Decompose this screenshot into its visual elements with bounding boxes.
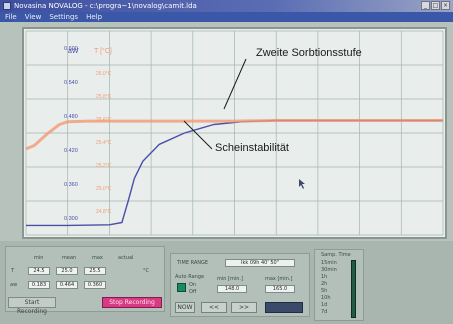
start-recording-button[interactable]: Start Recording (8, 297, 56, 315)
auto-range-off-label: Off (189, 289, 197, 295)
max-range-field[interactable]: 165.0 (265, 285, 295, 293)
auto-range-on-label: On (189, 282, 197, 288)
row-temperature-label: T (11, 268, 15, 274)
y-right-tick-label: 25.4°C (96, 140, 112, 146)
auto-range-toggle[interactable] (177, 283, 186, 292)
aw-max-field: 0.360 (84, 281, 106, 289)
sample-time-option[interactable]: 7d (321, 309, 327, 315)
time-range-label: TIME RANGE (177, 260, 209, 266)
min-range-field[interactable]: 148.0 (217, 285, 247, 293)
menu-file[interactable]: File (5, 12, 17, 22)
y-right-tick-label: 25.2°C (96, 163, 112, 169)
y-left-tick-label: 0.360 (64, 182, 78, 188)
status-display (265, 302, 303, 313)
auto-range-label: Auto Range (175, 274, 205, 280)
minimize-button[interactable]: _ (421, 1, 430, 10)
sample-time-group: Samp. Time 15min 30min 1h 2h 5h 10h 1d 7d (314, 249, 364, 321)
aw-mean-field: 0.464 (56, 281, 78, 289)
now-button[interactable]: NOW (175, 302, 195, 313)
sample-time-label: Samp. Time (321, 252, 351, 258)
statistics-group: min mean max actual T 24.5 25.0 25.5 °C … (5, 246, 165, 315)
temp-max-field: 25.5 (84, 267, 106, 275)
sample-time-option[interactable]: 2h (321, 281, 327, 287)
sample-time-option[interactable]: 1h (321, 274, 327, 280)
menu-view[interactable]: View (25, 12, 42, 22)
max-range-label: max [min.] (265, 276, 293, 282)
y-left-tick-label: 0.600 (64, 46, 78, 52)
scroll-back-button[interactable]: << (201, 302, 227, 313)
maximize-button[interactable]: □ (431, 1, 440, 10)
mouse-cursor-icon (299, 179, 305, 189)
measurement-chart: aW T [°C]0.6000.5400.4800.4200.3600.30026… (25, 30, 444, 236)
title-bar: Novasina NOVALOG - c:\progra~1\novalog\c… (0, 0, 453, 12)
menu-bar: File View Settings Help (0, 12, 453, 22)
sample-time-option[interactable]: 10h (321, 295, 331, 301)
temp-min-field: 24.5 (28, 267, 50, 275)
scroll-forward-button[interactable]: >> (231, 302, 257, 313)
y-right-tick-label: 25.8°C (96, 94, 112, 100)
menu-settings[interactable]: Settings (49, 12, 78, 22)
sample-time-option[interactable]: 30min (321, 267, 337, 273)
time-range-field: Ikk 09h 40' 50" (225, 259, 295, 267)
sample-time-slider[interactable] (351, 260, 356, 318)
menu-help[interactable]: Help (86, 12, 102, 22)
stats-header-min: min (34, 255, 44, 261)
app-icon[interactable] (3, 2, 11, 10)
annotation-leader-line (183, 120, 213, 150)
y-left-tick-label: 0.480 (64, 114, 78, 120)
stats-header-mean: mean (62, 255, 77, 261)
close-button[interactable]: × (441, 1, 450, 10)
annotation-scheinstabilitaet: Scheinstabilität (215, 142, 289, 154)
sample-time-option[interactable]: 5h (321, 288, 327, 294)
row-aw-label: aw (10, 282, 18, 288)
y-left-tick-label: 0.300 (64, 216, 78, 222)
min-range-label: min [min.] (217, 276, 243, 282)
stats-header-max: max (92, 255, 103, 261)
temp-unit-label: °C (143, 268, 149, 274)
plot-frame: aW T [°C] 0.600 0.540 0.480 0.420 0.360 0.300 26… (22, 27, 447, 239)
y-right-tick-label: 25.0°C (96, 186, 112, 192)
stats-header-actual: actual (118, 255, 134, 261)
annotation-zweite-sorbtionsstufe: Zweite Sorbtionsstufe (256, 47, 362, 59)
sample-time-option[interactable]: 15min (321, 260, 337, 266)
y-right-tick-label: 26.0°C (96, 71, 112, 77)
window-title: Novasina NOVALOG - c:\progra~1\novalog\c… (14, 2, 197, 10)
sample-time-option[interactable]: 1d (321, 302, 327, 308)
y-left-tick-label: 0.420 (64, 148, 78, 154)
y-left-tick-label: 0.540 (64, 80, 78, 86)
control-panel: min mean max actual T 24.5 25.0 25.5 °C … (0, 241, 453, 324)
aw-min-field: 0.183 (28, 281, 50, 289)
time-range-group: TIME RANGE Ikk 09h 40' 50" Auto Range On… (170, 253, 310, 317)
y-right-axis-title: T [°C] (94, 47, 112, 55)
stop-recording-button[interactable]: Stop Recording (102, 297, 162, 308)
annotation-leader-line (223, 58, 247, 110)
y-right-tick-label: 24.8°C (96, 209, 112, 215)
temp-mean-field: 25.0 (56, 267, 78, 275)
